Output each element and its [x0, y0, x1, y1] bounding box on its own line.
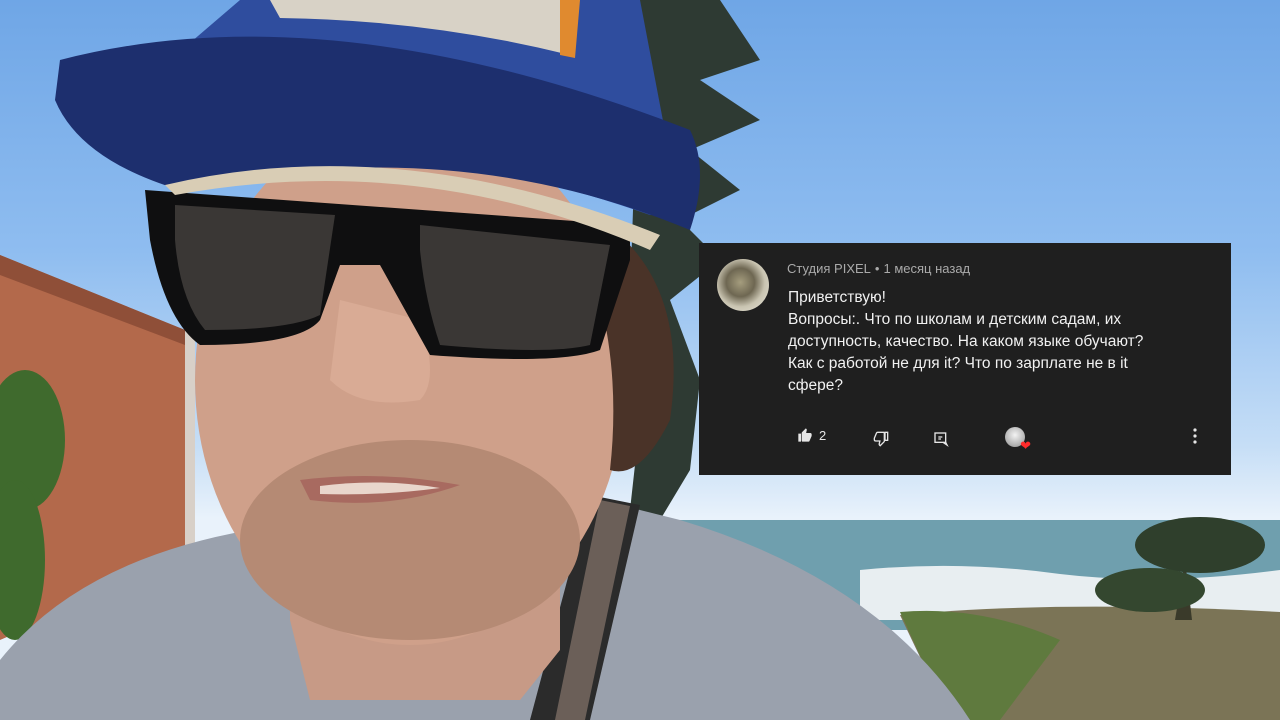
dislike-button[interactable] [873, 431, 889, 447]
author-name[interactable]: Студия PIXEL [787, 261, 871, 276]
reply-icon [934, 432, 949, 447]
comment-time[interactable]: 1 месяц назад [883, 261, 970, 276]
comment-line: Приветствую! [788, 289, 886, 306]
comment-overlay: Студия PIXEL • 1 месяц назад Приветствую! … [699, 243, 1231, 475]
like-button[interactable]: 2 [797, 427, 826, 443]
reply-button[interactable] [933, 431, 949, 447]
comment-line: сфере? [788, 377, 843, 394]
comment-line: Как с работой не для it? Что по зарплате… [788, 355, 1128, 372]
comment-text: Приветствую! Вопросы:. Что по школам и д… [788, 287, 1218, 397]
comment-line: Вопросы:. Что по школам и детским садам,… [788, 311, 1122, 328]
more-options-button[interactable] [1192, 427, 1198, 445]
meta-separator: • [874, 261, 880, 276]
creator-heart: ❤ [1005, 427, 1031, 452]
more-vert-icon [1193, 428, 1197, 444]
heart-icon: ❤ [1020, 438, 1031, 453]
author-avatar[interactable] [717, 259, 769, 311]
comment-line: доступность, качество. На каком языке об… [788, 333, 1144, 350]
thumbs-down-icon [873, 431, 889, 447]
creator-heart-avatar: ❤ [1005, 427, 1031, 452]
like-count: 2 [819, 427, 827, 443]
comment-meta: Студия PIXEL • 1 месяц назад [787, 261, 970, 276]
thumbs-up-icon [798, 428, 812, 442]
